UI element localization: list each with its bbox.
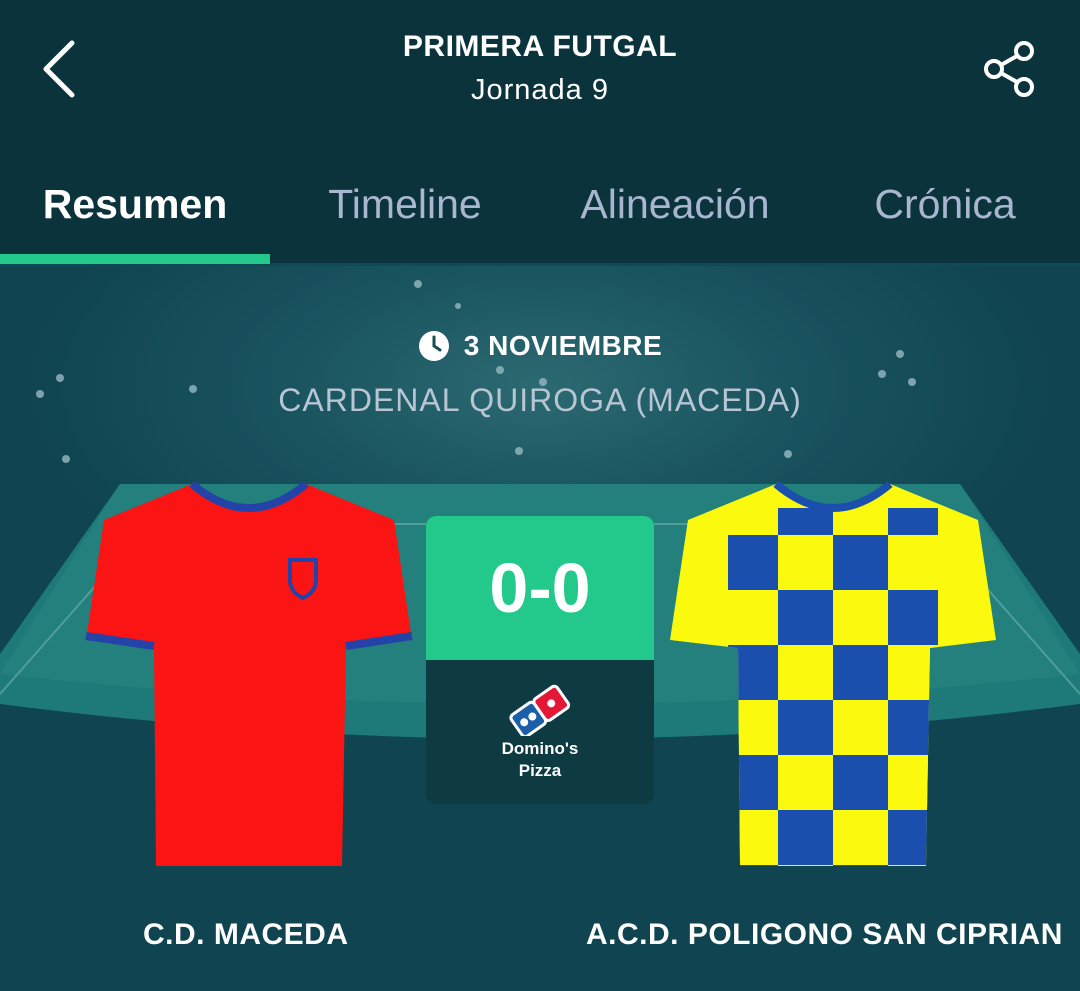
league-title: PRIMERA FUTGAL xyxy=(402,30,678,63)
tab-timeline[interactable]: Timeline xyxy=(270,176,540,232)
clock-icon xyxy=(418,331,449,361)
match-venue: CARDENAL QUIROGA (MACEDA) xyxy=(278,382,802,418)
dominos-logo-icon xyxy=(509,684,571,736)
active-tab-indicator xyxy=(0,254,270,264)
sponsor-box: Domino's Pizza xyxy=(426,660,654,804)
app-header: PRIMERA FUTGAL Jornada 9 xyxy=(0,0,1080,150)
tab-cronica[interactable]: Crónica xyxy=(810,176,1080,232)
share-icon xyxy=(984,41,1034,97)
share-button[interactable] xyxy=(972,34,1046,104)
home-team-name[interactable]: C.D. MACEDA xyxy=(143,918,349,952)
match-summary-hero: 3 NOVIEMBRE CARDENAL QUIROGA (MACEDA) 0-… xyxy=(0,266,1080,991)
sponsor-name-line2: Pizza xyxy=(518,761,562,780)
score-card[interactable]: 0-0 Domino's Pizza xyxy=(426,516,654,804)
match-date: 3 NOVIEMBRE xyxy=(463,330,663,361)
tab-bar: Resumen Timeline Alineación Crónica xyxy=(0,150,1080,266)
sponsor-name-line1: Domino's xyxy=(501,739,579,758)
away-team-shirt[interactable] xyxy=(668,480,998,870)
tab-resumen[interactable]: Resumen xyxy=(0,176,270,232)
tab-alineacion[interactable]: Alineación xyxy=(540,176,810,232)
round-title: Jornada 9 xyxy=(471,74,609,106)
match-score: 0-0 xyxy=(489,549,591,627)
home-team-shirt[interactable] xyxy=(84,480,414,870)
match-date-row: 3 NOVIEMBRE xyxy=(0,330,1080,362)
away-team-name[interactable]: A.C.D. POLIGONO SAN CIPRIAN xyxy=(586,918,1063,952)
score-box: 0-0 xyxy=(426,516,654,660)
stadium-lights-decoration xyxy=(36,280,916,463)
